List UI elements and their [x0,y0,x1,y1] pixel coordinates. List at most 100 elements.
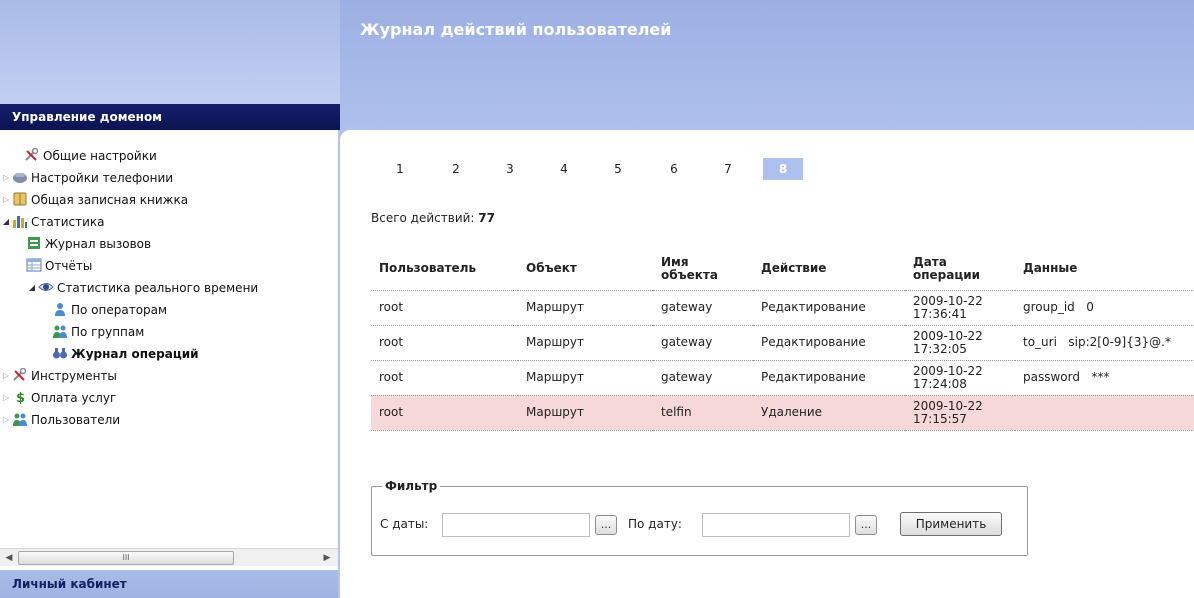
tools-icon [12,367,28,382]
scrollbar-thumb[interactable]: III [18,551,234,565]
cell-date: 2009-10-22 17:15:57 [905,395,1015,431]
column-header-object[interactable]: Объект [518,248,653,291]
navigation-tree: Общие настройки ▷ Настройки телефонии ▷ Об… [0,130,340,548]
cell-object: Маршрут [518,325,653,361]
column-header-label: Дата операции [913,254,981,282]
table-row-deleted[interactable]: root Маршрут telfin Удаление 2009-10-22 1… [371,395,1194,431]
scroll-right-icon[interactable]: ▶ [320,551,334,565]
sidebar-item-label: Статистика реального времени [57,281,259,295]
sidebar-item-address-book[interactable]: ▷ Общая записная книжка [0,190,188,210]
cell-object: Маршрут [518,360,653,396]
page-link-current[interactable]: 8 [763,158,803,180]
sidebar-item-label: Общая записная книжка [31,193,189,207]
cell-action: Редактирование [753,290,905,326]
sidebar-item-payment[interactable]: ▷ $ Оплата услуг [0,388,116,408]
column-header-object-name[interactable]: Имя объекта [653,248,753,291]
date-to-input[interactable] [702,513,850,537]
column-header-user[interactable]: Пользователь [371,248,518,291]
cell-date: 2009-10-22 17:32:05 [905,325,1015,361]
cell-object-name: gateway [653,290,753,326]
page-link-3[interactable]: 3 [493,158,527,180]
address-book-icon [12,192,28,206]
filter-box: Фильтр С даты: ... По дату: ... Применит… [371,479,1028,556]
cell-user: root [371,290,518,326]
expand-arrow-icon[interactable]: ▷ [0,388,12,408]
personal-cabinet-header[interactable]: Личный кабинет [0,570,340,598]
cell-user: root [371,395,518,431]
date-to-picker-button[interactable]: ... [855,515,877,535]
sidebar-item-users[interactable]: ▷ Пользователи [0,410,120,430]
collapse-arrow-icon[interactable]: ◢ [0,212,12,232]
sidebar-item-label: Журнал вызовов [45,237,152,251]
date-from-input[interactable] [442,513,590,537]
cell-object-name: telfin [653,395,753,431]
sidebar-item-operations-log[interactable]: Журнал операций [52,344,199,364]
page-link-1[interactable]: 1 [383,158,417,180]
cell-data-key: group_id [1023,300,1075,314]
sidebar-item-label: Отчёты [45,259,93,273]
scroll-left-icon[interactable]: ◀ [2,551,16,565]
eye-icon [38,280,54,294]
column-header-date[interactable]: Дата операции [905,248,1015,291]
table-row[interactable]: root Маршрут gateway Редактирование 2009… [371,325,1194,361]
cell-object: Маршрут [518,395,653,431]
cell-data [1015,395,1194,431]
page-link-6[interactable]: 6 [657,158,691,180]
domain-management-header: Управление доменом [0,104,340,130]
cell-user: root [371,325,518,361]
tools-icon [24,147,40,162]
table-row[interactable]: root Маршрут gateway Редактирование 2009… [371,290,1194,326]
statistics-icon [12,214,28,228]
column-header-data[interactable]: Данные [1015,248,1194,291]
sidebar-item-tools[interactable]: ▷ Инструменты [0,366,117,386]
cell-date-time: 17:24:08 [913,376,967,391]
cell-date-day: 2009-10-22 [913,363,983,378]
page-link-2[interactable]: 2 [439,158,473,180]
date-from-picker-button[interactable]: ... [595,515,617,535]
expand-arrow-icon[interactable]: ▷ [0,190,12,210]
sidebar-horizontal-scrollbar[interactable]: ◀ III ▶ [0,548,338,566]
sidebar-item-reports[interactable]: Отчёты [26,256,92,276]
sidebar-item-label: Журнал операций [71,347,199,361]
sidebar-item-label: Общие настройки [43,149,157,163]
sidebar-item-by-groups[interactable]: По группам [52,322,144,342]
collapse-arrow-icon[interactable]: ◢ [26,278,38,298]
left-banner [0,0,340,104]
actions-table: Пользователь Объект Имя объекта Действие… [371,248,1194,431]
expand-arrow-icon[interactable]: ▷ [0,366,12,386]
page-link-4[interactable]: 4 [547,158,581,180]
sidebar-item-label: Статистика [31,215,105,229]
sidebar-item-general-settings[interactable]: Общие настройки [12,146,157,166]
page-link-7[interactable]: 7 [711,158,745,180]
total-actions-label: Всего действий: [371,211,475,225]
svg-text:$: $ [16,391,25,404]
table-header-row: Пользователь Объект Имя объекта Действие… [371,248,1194,291]
call-log-icon [26,236,42,250]
apply-filter-button[interactable]: Применить [900,512,1002,536]
sidebar-item-label: По операторам [71,303,168,317]
cell-date-day: 2009-10-22 [913,293,983,308]
sidebar-item-call-log[interactable]: Журнал вызовов [26,234,151,254]
table-row[interactable]: root Маршрут gateway Редактирование 2009… [371,360,1194,396]
sidebar-item-statistics[interactable]: ◢ Статистика [0,212,105,232]
cell-date-day: 2009-10-22 [913,328,983,343]
cell-data: to_uri sip:2[0-9]{3}@.* [1015,325,1194,361]
sidebar-item-label: Оплата услуг [31,391,117,405]
sidebar-item-label: Инструменты [31,369,117,383]
sidebar-item-realtime-statistics[interactable]: ◢ Статистика реального времени [26,278,258,298]
cell-data-key: password [1023,370,1080,384]
page-title: Журнал действий пользователей [360,20,672,39]
expand-arrow-icon[interactable]: ▷ [0,410,12,430]
cell-data-value: 0 [1086,300,1094,314]
cell-object-name: gateway [653,360,753,396]
cell-date-time: 17:32:05 [913,341,967,356]
sidebar-item-label: Настройки телефонии [31,171,174,185]
cell-date: 2009-10-22 17:24:08 [905,360,1015,396]
page-link-5[interactable]: 5 [601,158,635,180]
sidebar-item-by-operators[interactable]: По операторам [52,300,167,320]
cell-data-value: sip:2[0-9]{3}@.* [1068,335,1171,349]
column-header-action[interactable]: Действие [753,248,905,291]
expand-arrow-icon[interactable]: ▷ [0,168,12,188]
sidebar-item-telephony-settings[interactable]: ▷ Настройки телефонии [0,168,173,188]
phone-icon [12,170,28,184]
